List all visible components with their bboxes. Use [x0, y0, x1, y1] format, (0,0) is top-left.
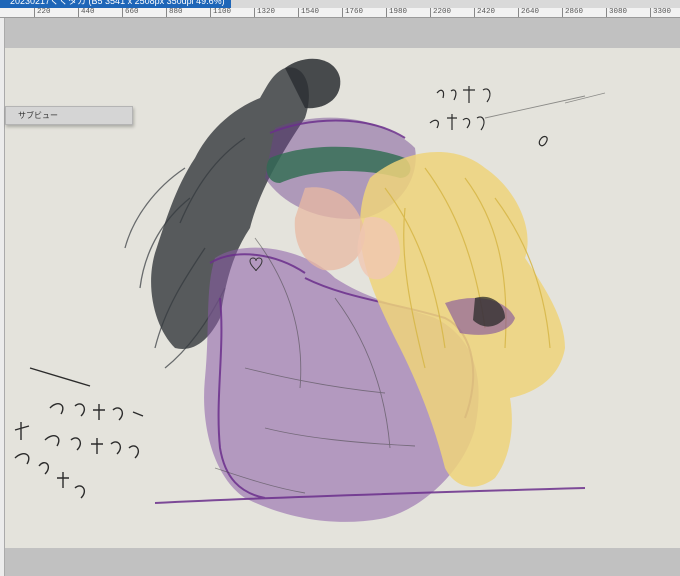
ruler-label: 1760 — [342, 8, 363, 17]
ruler-label: 1980 — [386, 8, 407, 17]
ruler-label: 1320 — [254, 8, 275, 17]
ruler-label: 2640 — [518, 8, 539, 17]
handwritten-note-top-right — [429, 86, 548, 147]
ruler-label: 2420 — [474, 8, 495, 17]
ruler-label: 1100 — [210, 8, 231, 17]
ruler-label: 3300 — [650, 8, 671, 17]
window-title-bar: 20230217くくタカ (B5 3541 x 2508px 350dpi 49… — [0, 0, 680, 8]
subview-panel[interactable]: サブビュー — [5, 106, 133, 125]
ruler-label: 660 — [122, 8, 139, 17]
ruler-label: 1540 — [298, 8, 319, 17]
horizontal-ruler: 220 440 660 880 1100 1320 1540 1760 1980… — [0, 8, 680, 18]
subview-label: サブビュー — [18, 111, 58, 120]
ruler-label: 3080 — [606, 8, 627, 17]
workspace-margin-top — [5, 18, 680, 48]
handwritten-note-bottom-left — [14, 367, 144, 499]
workspace-margin-bottom — [5, 548, 680, 576]
ruler-label: 440 — [78, 8, 95, 17]
ruler-label: 880 — [166, 8, 183, 17]
window-title: 20230217くくタカ (B5 3541 x 2508px 350dpi 49… — [0, 0, 231, 8]
ruler-label: 220 — [34, 8, 51, 17]
ruler-label: 2860 — [562, 8, 583, 17]
ruler-label: 2200 — [430, 8, 451, 17]
